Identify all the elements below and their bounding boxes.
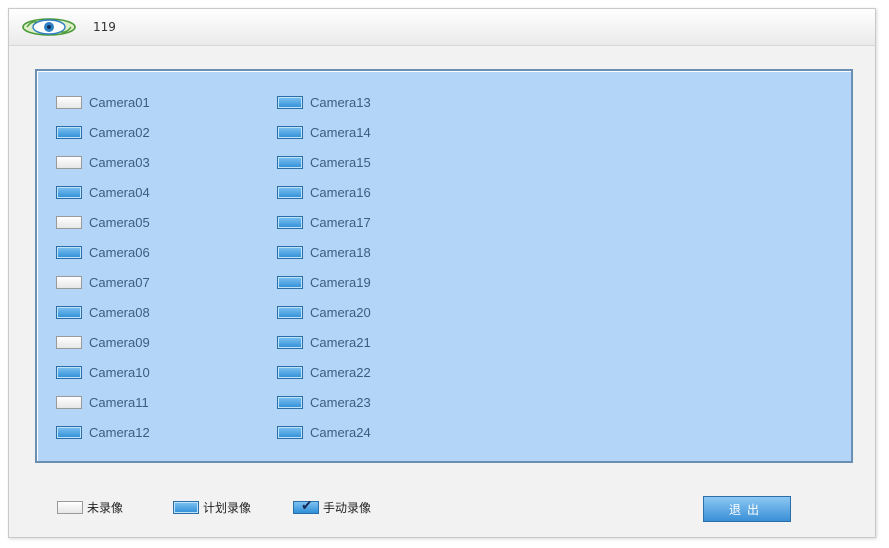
camera-item-camera02[interactable]: Camera02 bbox=[56, 117, 150, 147]
camera-label: Camera17 bbox=[310, 214, 371, 230]
recording-status-swatch bbox=[277, 245, 303, 259]
recording-status-swatch bbox=[277, 275, 303, 289]
scheduled-recording-swatch bbox=[173, 501, 199, 514]
recording-status-swatch bbox=[56, 335, 82, 349]
camera-label: Camera07 bbox=[89, 274, 150, 290]
camera-label: Camera01 bbox=[89, 94, 150, 110]
camera-label: Camera18 bbox=[310, 244, 371, 260]
camera-label: Camera22 bbox=[310, 364, 371, 380]
camera-item-camera13[interactable]: Camera13 bbox=[277, 87, 371, 117]
legend-label-manual: 手动录像 bbox=[323, 501, 372, 515]
camera-item-camera14[interactable]: Camera14 bbox=[277, 117, 371, 147]
recording-status-swatch bbox=[56, 215, 82, 229]
camera-label: Camera21 bbox=[310, 334, 371, 350]
camera-label: Camera14 bbox=[310, 124, 371, 140]
recording-status-swatch bbox=[277, 305, 303, 319]
camera-item-camera03[interactable]: Camera03 bbox=[56, 147, 150, 177]
window-title: 119 bbox=[93, 20, 116, 34]
camera-item-camera15[interactable]: Camera15 bbox=[277, 147, 371, 177]
recording-status-swatch bbox=[56, 425, 82, 439]
recording-status-swatch bbox=[277, 395, 303, 409]
recording-status-swatch bbox=[56, 95, 82, 109]
camera-label: Camera12 bbox=[89, 424, 150, 440]
camera-label: Camera23 bbox=[310, 394, 371, 410]
eye-logo-icon bbox=[22, 18, 76, 36]
camera-item-camera16[interactable]: Camera16 bbox=[277, 177, 371, 207]
check-mark-icon: ✔ bbox=[301, 498, 313, 514]
camera-label: Camera24 bbox=[310, 424, 371, 440]
recording-status-window: 119 Camera01 Camera02 Camera03 Camera04 … bbox=[8, 8, 876, 538]
recording-status-swatch bbox=[56, 305, 82, 319]
recording-status-swatch bbox=[277, 95, 303, 109]
recording-status-swatch bbox=[277, 125, 303, 139]
title-bar: 119 bbox=[9, 9, 875, 46]
legend-label-not-recording: 未录像 bbox=[87, 501, 124, 515]
camera-item-camera21[interactable]: Camera21 bbox=[277, 327, 371, 357]
legend-manual-recording: ✔ 手动录像 bbox=[293, 499, 371, 516]
exit-button[interactable]: 退出 bbox=[703, 496, 791, 522]
camera-item-camera24[interactable]: Camera24 bbox=[277, 417, 371, 447]
camera-label: Camera16 bbox=[310, 184, 371, 200]
camera-item-camera06[interactable]: Camera06 bbox=[56, 237, 150, 267]
camera-item-camera09[interactable]: Camera09 bbox=[56, 327, 150, 357]
camera-label: Camera02 bbox=[89, 124, 150, 140]
camera-label: Camera09 bbox=[89, 334, 150, 350]
camera-label: Camera11 bbox=[89, 394, 149, 410]
camera-item-camera07[interactable]: Camera07 bbox=[56, 267, 150, 297]
not-recording-swatch bbox=[57, 501, 83, 514]
camera-item-camera19[interactable]: Camera19 bbox=[277, 267, 371, 297]
camera-label: Camera04 bbox=[89, 184, 150, 200]
recording-status-swatch bbox=[56, 275, 82, 289]
camera-item-camera05[interactable]: Camera05 bbox=[56, 207, 150, 237]
recording-status-swatch bbox=[56, 365, 82, 379]
recording-status-swatch bbox=[56, 125, 82, 139]
recording-status-swatch bbox=[277, 185, 303, 199]
legend-label-scheduled: 计划录像 bbox=[203, 501, 252, 515]
camera-label: Camera10 bbox=[89, 364, 150, 380]
recording-status-swatch bbox=[56, 185, 82, 199]
recording-status-swatch bbox=[277, 425, 303, 439]
camera-item-camera18[interactable]: Camera18 bbox=[277, 237, 371, 267]
camera-item-camera23[interactable]: Camera23 bbox=[277, 387, 371, 417]
camera-item-camera08[interactable]: Camera08 bbox=[56, 297, 150, 327]
legend-not-recording: 未录像 bbox=[57, 499, 123, 516]
manual-recording-swatch: ✔ bbox=[293, 498, 319, 514]
camera-item-camera11[interactable]: Camera11 bbox=[56, 387, 150, 417]
recording-status-swatch bbox=[277, 335, 303, 349]
recording-status-swatch bbox=[56, 395, 82, 409]
camera-item-camera10[interactable]: Camera10 bbox=[56, 357, 150, 387]
camera-label: Camera05 bbox=[89, 214, 150, 230]
camera-item-camera22[interactable]: Camera22 bbox=[277, 357, 371, 387]
camera-item-camera20[interactable]: Camera20 bbox=[277, 297, 371, 327]
camera-label: Camera15 bbox=[310, 154, 371, 170]
recording-status-swatch bbox=[277, 365, 303, 379]
camera-label: Camera06 bbox=[89, 244, 150, 260]
camera-column-1: Camera01 Camera02 Camera03 Camera04 Came… bbox=[56, 87, 150, 447]
recording-status-swatch bbox=[56, 245, 82, 259]
recording-status-swatch bbox=[277, 155, 303, 169]
camera-item-camera04[interactable]: Camera04 bbox=[56, 177, 150, 207]
recording-status-swatch bbox=[56, 155, 82, 169]
camera-item-camera17[interactable]: Camera17 bbox=[277, 207, 371, 237]
legend-scheduled-recording: 计划录像 bbox=[173, 499, 251, 516]
camera-column-2: Camera13 Camera14 Camera15 Camera16 Came… bbox=[277, 87, 371, 447]
camera-label: Camera08 bbox=[89, 304, 150, 320]
camera-label: Camera03 bbox=[89, 154, 150, 170]
camera-label: Camera20 bbox=[310, 304, 371, 320]
camera-label: Camera19 bbox=[310, 274, 371, 290]
camera-label: Camera13 bbox=[310, 94, 371, 110]
recording-status-swatch bbox=[277, 215, 303, 229]
camera-item-camera12[interactable]: Camera12 bbox=[56, 417, 150, 447]
camera-item-camera01[interactable]: Camera01 bbox=[56, 87, 150, 117]
camera-list-panel: Camera01 Camera02 Camera03 Camera04 Came… bbox=[35, 69, 853, 463]
